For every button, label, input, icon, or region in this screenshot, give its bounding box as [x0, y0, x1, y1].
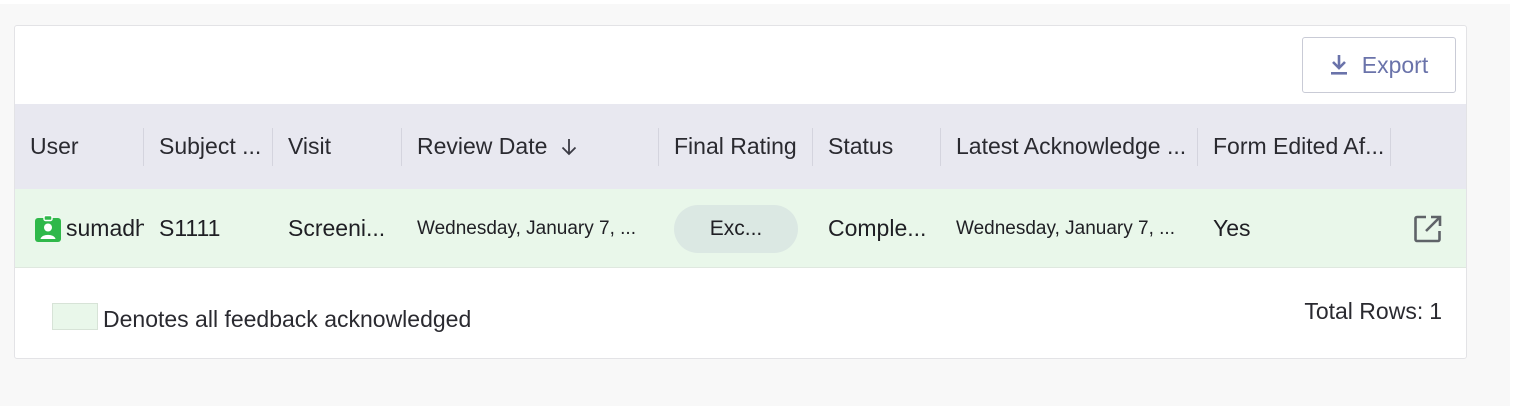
- legend-swatch: [52, 303, 98, 330]
- cell-subject: S1111: [159, 215, 221, 241]
- cell-actions: [1391, 189, 1466, 268]
- cell-visit: Screeni...: [288, 215, 386, 241]
- reviews-table-card: Export User Subject ... Visit Review Dat…: [14, 25, 1467, 359]
- table-footer: Denotes all feedback acknowledged Total …: [15, 268, 1466, 358]
- column-header-final-rating[interactable]: Final Rating: [659, 104, 813, 189]
- column-header-visit[interactable]: Visit: [273, 104, 402, 189]
- cell-user: sumadh: [15, 189, 144, 268]
- cell-status: Comple...: [828, 215, 927, 241]
- export-button-label: Export: [1361, 51, 1429, 78]
- rating-chip: Exc...: [674, 204, 798, 253]
- column-header-status[interactable]: Status: [813, 104, 941, 189]
- user-name: sumadh: [66, 215, 144, 241]
- cell-final-rating: Exc...: [659, 189, 813, 268]
- column-header-user[interactable]: User: [15, 104, 144, 189]
- open-external-icon[interactable]: [1412, 213, 1444, 245]
- arrow-down-icon[interactable]: [559, 137, 579, 157]
- column-header-actions: [1391, 104, 1466, 189]
- table-row[interactable]: sumadh S1111 Screeni... Wednesday, Janua…: [15, 189, 1466, 268]
- table-header: User Subject ... Visit Review Date Final…: [15, 104, 1466, 189]
- user-badge-icon: [35, 214, 61, 242]
- export-button[interactable]: Export: [1302, 37, 1456, 93]
- total-rows: Total Rows: 1: [1304, 298, 1442, 325]
- legend-text: Denotes all feedback acknowledged: [103, 306, 472, 332]
- column-header-subject[interactable]: Subject ...: [144, 104, 273, 189]
- total-rows-label: Total Rows:: [1304, 298, 1424, 324]
- page-background: Export User Subject ... Visit Review Dat…: [0, 4, 1510, 406]
- column-header-form-edited-after[interactable]: Form Edited Af...: [1198, 104, 1391, 189]
- cell-form-edited-after: Yes: [1213, 215, 1251, 241]
- column-header-review-date[interactable]: Review Date: [402, 104, 659, 189]
- table-toolbar: Export: [15, 26, 1466, 104]
- download-icon: [1330, 55, 1347, 75]
- cell-latest-acknowledged: Wednesday, January 7, ...: [956, 217, 1175, 239]
- column-header-latest-acknowledged[interactable]: Latest Acknowledge ...: [941, 104, 1198, 189]
- total-rows-value: 1: [1429, 298, 1442, 324]
- cell-review-date: Wednesday, January 7, ...: [417, 217, 636, 239]
